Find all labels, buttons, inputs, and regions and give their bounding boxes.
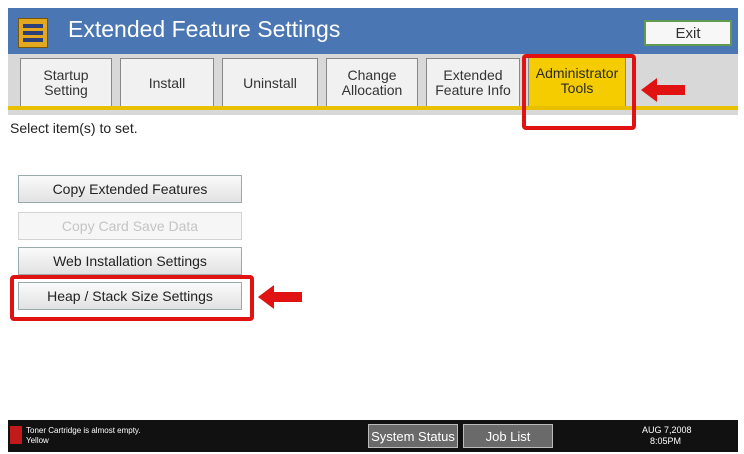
highlight-box-tab bbox=[522, 54, 636, 130]
highlight-box-button bbox=[10, 275, 254, 321]
tab-uninstall[interactable]: Uninstall bbox=[222, 58, 318, 107]
red-arrow-icon bbox=[641, 78, 685, 102]
job-list-button[interactable]: Job List bbox=[463, 424, 553, 448]
extended-feature-settings-icon bbox=[18, 18, 48, 48]
title-bar: Extended Feature Settings Exit bbox=[8, 8, 738, 54]
tab-extended-feature-info[interactable]: Extended Feature Info bbox=[426, 58, 520, 107]
instruction-text: Select item(s) to set. bbox=[10, 120, 138, 136]
system-status-button[interactable]: System Status bbox=[368, 424, 458, 448]
status-bar: Toner Cartridge is almost empty. Yellow … bbox=[8, 420, 738, 452]
exit-button[interactable]: Exit bbox=[644, 20, 732, 46]
red-arrow-icon bbox=[258, 285, 302, 309]
page-title: Extended Feature Settings bbox=[68, 16, 341, 42]
tab-install[interactable]: Install bbox=[120, 58, 214, 107]
toner-status-message: Toner Cartridge is almost empty. Yellow bbox=[26, 426, 141, 445]
web-installation-settings-button[interactable]: Web Installation Settings bbox=[18, 247, 242, 275]
copy-card-save-data-button: Copy Card Save Data bbox=[18, 212, 242, 240]
date-display: AUG 7,2008 bbox=[642, 425, 692, 435]
tab-startup-setting[interactable]: Startup Setting bbox=[20, 58, 112, 107]
tab-change-allocation[interactable]: Change Allocation bbox=[326, 58, 418, 107]
copy-extended-features-button[interactable]: Copy Extended Features bbox=[18, 175, 242, 203]
time-display: 8:05PM bbox=[650, 436, 682, 446]
warning-icon bbox=[10, 426, 22, 444]
